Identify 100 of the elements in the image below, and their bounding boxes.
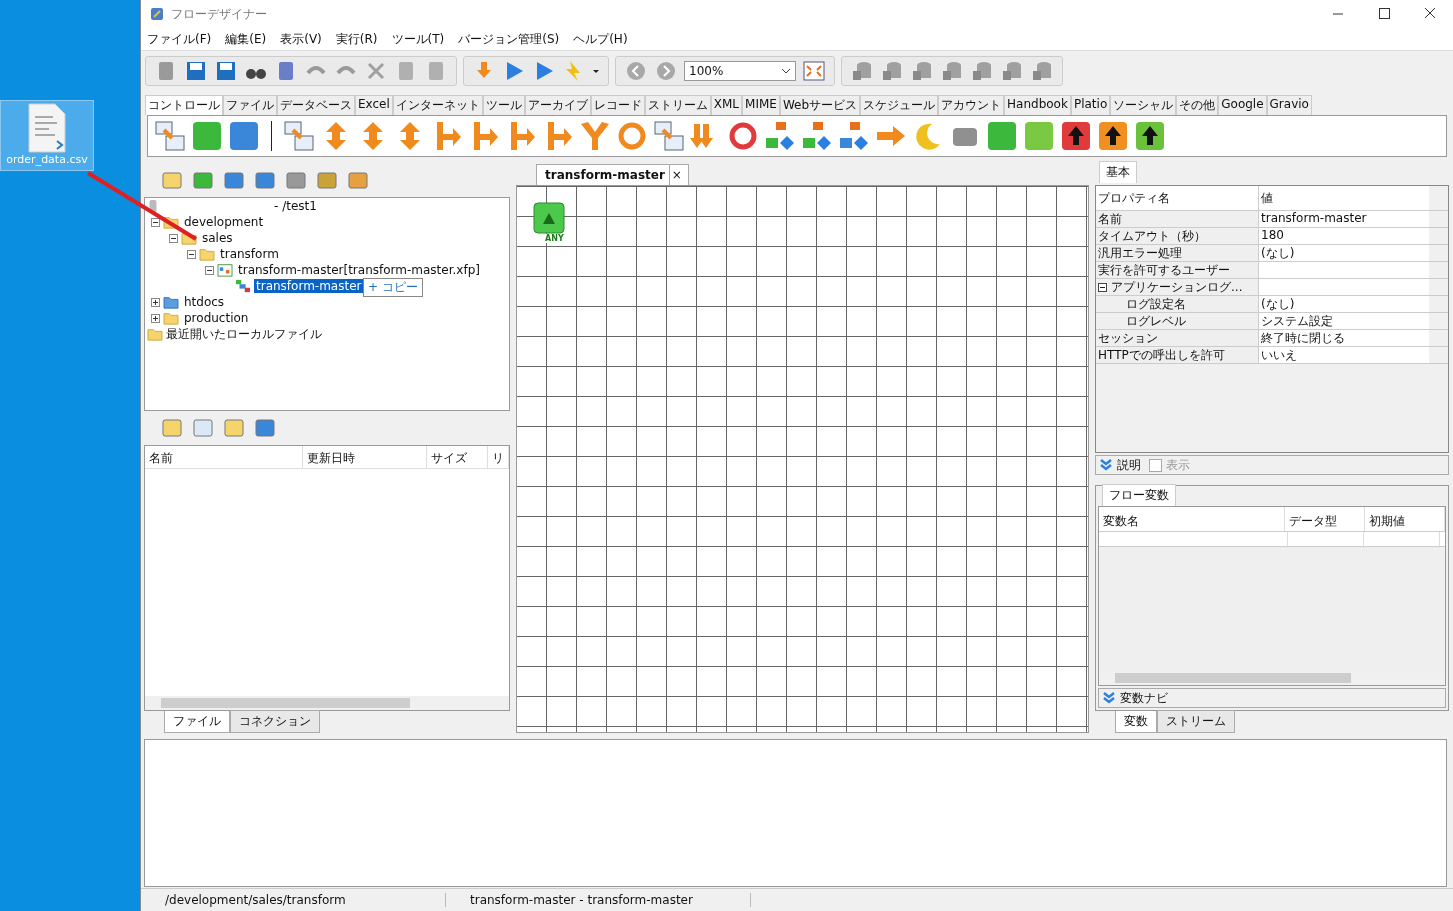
column-header[interactable]: データ型	[1285, 507, 1366, 531]
column-header[interactable]: 初期値	[1365, 507, 1445, 531]
property-value[interactable]: transform-master	[1259, 211, 1429, 227]
menu-item[interactable]: 編集(E)	[225, 30, 267, 48]
property-value[interactable]: 終了時に閉じる	[1259, 330, 1429, 346]
expander-icon[interactable]	[169, 233, 178, 243]
expander-icon[interactable]	[1098, 283, 1107, 292]
close-tab-button[interactable]: ×	[669, 163, 689, 185]
palette-tab[interactable]: インターネット	[392, 95, 483, 115]
table-arrow-icon[interactable]	[283, 120, 315, 152]
zoom-select[interactable]: 100%	[684, 61, 796, 81]
menu-item[interactable]: ファイル(F)	[147, 30, 212, 48]
palette-tab[interactable]: Handbook	[1004, 95, 1071, 115]
panel-tab[interactable]: 変数	[1115, 711, 1157, 733]
menu-item[interactable]: バージョン管理(S)	[458, 30, 560, 48]
caret-icon[interactable]	[592, 67, 600, 75]
expander-icon[interactable]	[151, 217, 160, 227]
save-icon[interactable]	[184, 59, 208, 83]
property-value[interactable]: いいえ	[1259, 347, 1429, 363]
tree-item[interactable]: 最近開いたローカルファイル	[166, 325, 322, 343]
menu-item[interactable]: 実行(R)	[335, 30, 378, 48]
palette-tab[interactable]: MIME	[742, 95, 780, 115]
tree-item[interactable]: development	[182, 215, 266, 229]
palette-tab[interactable]: Webサービス	[779, 95, 861, 115]
diagram-icon[interactable]	[764, 120, 796, 152]
save-as-icon[interactable]	[214, 59, 238, 83]
column-header[interactable]: 変数名	[1099, 507, 1286, 531]
table-arrow-icon[interactable]	[154, 120, 186, 152]
panel-tab[interactable]: コネクション	[230, 710, 320, 733]
back-icon[interactable]	[624, 59, 648, 83]
tree-item[interactable]: transform-master	[254, 279, 364, 293]
column-header[interactable]: 更新日時	[303, 446, 427, 468]
expander-icon[interactable]	[205, 265, 214, 275]
node-label: ANY	[545, 234, 564, 243]
menu-item[interactable]: ツール(T)	[391, 30, 445, 48]
palette-tab[interactable]: ストリーム	[644, 95, 711, 115]
palette-tab[interactable]: Platio	[1070, 95, 1111, 115]
palette-tab[interactable]: ファイル	[223, 95, 277, 115]
forward-icon[interactable]	[654, 59, 678, 83]
diagram-computer-icon[interactable]	[838, 120, 870, 152]
palette-tab[interactable]: Gravio	[1266, 95, 1312, 115]
property-value[interactable]: (なし)	[1259, 296, 1429, 312]
horizontal-scrollbar[interactable]	[145, 696, 509, 710]
property-name: 実行を許可するユーザー	[1096, 262, 1259, 278]
fit-screen-icon[interactable]	[802, 59, 826, 83]
palette-tab[interactable]: スケジュール	[860, 95, 939, 115]
palette-tab[interactable]: コントロール	[145, 95, 223, 115]
stop-loop-icon[interactable]	[727, 120, 759, 152]
upload-icon[interactable]	[1134, 120, 1166, 152]
property-name: 汎用エラー処理	[1096, 245, 1259, 261]
property-value[interactable]: 180	[1259, 228, 1429, 244]
diagram-user-icon[interactable]	[801, 120, 833, 152]
flow-tab[interactable]: transform-master	[536, 163, 670, 185]
database-export-icon[interactable]	[910, 59, 934, 83]
checkbox[interactable]	[1149, 458, 1162, 472]
tree-item[interactable]: production	[182, 311, 251, 325]
panel-tab[interactable]: ファイル	[164, 711, 230, 733]
palette-tab[interactable]: データベース	[277, 95, 355, 115]
loop-icon[interactable]	[616, 120, 648, 152]
expander-icon[interactable]	[151, 313, 160, 323]
palette-tab[interactable]: レコード	[590, 95, 645, 115]
palette-tab[interactable]: XML	[710, 95, 743, 115]
database-warning-icon[interactable]	[880, 59, 904, 83]
tree-item[interactable]: transform-master[transform-master.xfp]	[236, 263, 482, 277]
upload-icon[interactable]	[1060, 120, 1092, 152]
panel-tab[interactable]: フロー変数	[1102, 484, 1176, 506]
database-sync-icon[interactable]	[970, 59, 994, 83]
menu-item[interactable]: 表示(V)	[280, 30, 322, 48]
flow-canvas[interactable]: ANY	[516, 185, 1089, 733]
property-value[interactable]: (なし)	[1259, 245, 1429, 261]
status-text: transform-master - transform-master	[446, 893, 751, 907]
palette-tab[interactable]: Excel	[355, 95, 393, 115]
column-header[interactable]: 名前	[145, 446, 304, 468]
database-import-icon[interactable]	[940, 59, 964, 83]
palette-tab[interactable]: アーカイブ	[524, 95, 591, 115]
panel-tab[interactable]: 基本	[1099, 161, 1137, 183]
merge-arrow-icon[interactable]	[579, 120, 611, 152]
start-node[interactable]	[533, 202, 565, 234]
palette-tab[interactable]: ソーシャル	[1110, 95, 1177, 115]
column-header[interactable]: リ	[488, 446, 509, 468]
database-lock-icon[interactable]	[1030, 59, 1054, 83]
palette-tab[interactable]: Google	[1218, 95, 1267, 115]
database-add-icon[interactable]	[1000, 59, 1024, 83]
property-value[interactable]: システム設定	[1259, 313, 1429, 329]
collapse-icon[interactable]	[1102, 691, 1116, 705]
palette-tab[interactable]: その他	[1176, 95, 1219, 115]
database-icon[interactable]	[850, 59, 874, 83]
caret-icon[interactable]	[781, 68, 791, 74]
tree-item[interactable]: transform	[218, 247, 281, 261]
collapse-icon[interactable]	[1099, 458, 1113, 472]
tree-item[interactable]: htdocs	[182, 295, 227, 309]
menu-item[interactable]: ヘルプ(H)	[573, 30, 628, 48]
expander-icon[interactable]	[151, 297, 160, 307]
expander-icon[interactable]	[187, 249, 196, 259]
palette-tab[interactable]: アカウント	[938, 95, 1005, 115]
panel-tab[interactable]: ストリーム	[1157, 710, 1235, 733]
tree-item[interactable]: sales	[200, 231, 235, 245]
table-loop-icon[interactable]	[653, 120, 685, 152]
column-header[interactable]: サイズ	[426, 446, 489, 468]
palette-tab[interactable]: ツール	[482, 95, 525, 115]
